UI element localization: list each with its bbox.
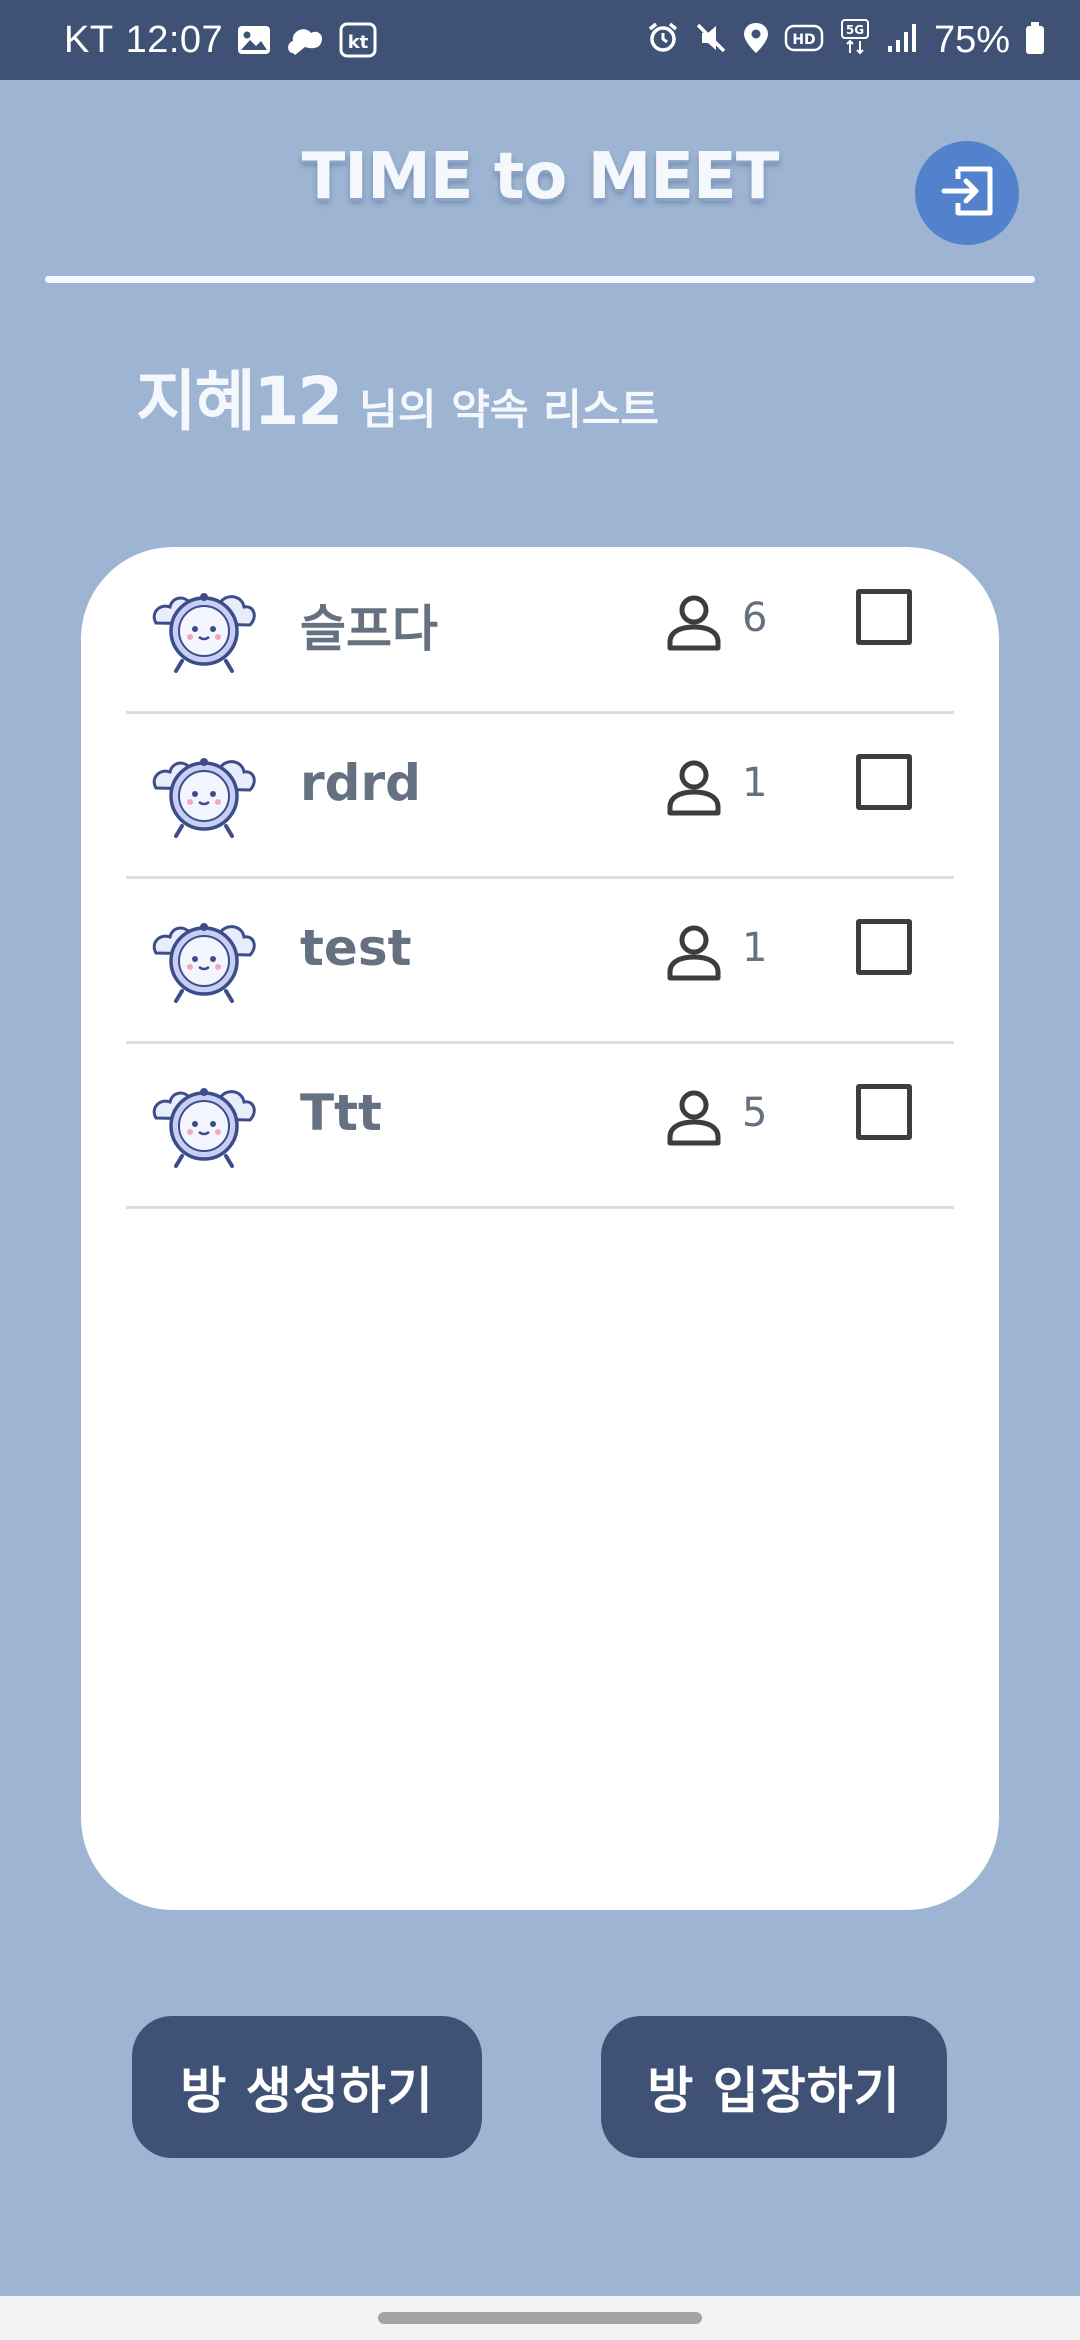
image-icon — [237, 24, 271, 56]
room-select-checkbox[interactable] — [856, 1084, 912, 1140]
alarm-clock-mascot-icon — [150, 1070, 258, 1170]
member-count: 6 — [742, 595, 768, 641]
carrier-label: KT — [64, 18, 114, 61]
header-divider — [45, 276, 1035, 283]
svg-text:5G: 5G — [846, 23, 864, 37]
room-name: test — [300, 919, 412, 977]
login-arrow-icon — [936, 163, 998, 223]
person-icon — [664, 592, 724, 652]
login-exit-button[interactable] — [915, 141, 1019, 245]
room-select-checkbox[interactable] — [856, 754, 912, 810]
alarm-icon — [646, 21, 680, 59]
battery-percentage: 75% — [933, 18, 1010, 61]
enter-room-button[interactable]: 방 입장하기 — [601, 2016, 947, 2158]
alarm-clock-mascot-icon — [150, 575, 258, 675]
svg-text:HD: HD — [792, 32, 815, 48]
alarm-clock-mascot-icon — [150, 905, 258, 1005]
room-name: Ttt — [300, 1084, 382, 1142]
mute-icon — [694, 21, 728, 59]
5g-icon: 5G — [838, 19, 872, 61]
member-count: 1 — [742, 760, 768, 806]
room-row[interactable]: 슬프다 6 — [126, 547, 954, 714]
status-bar-right: HD 5G 75% — [646, 0, 1046, 80]
cloud-app-icon — [285, 23, 325, 57]
room-name: 슬프다 — [300, 600, 438, 658]
room-row[interactable]: rdrd 1 — [126, 712, 954, 879]
status-bar: KT 12:07 kt HD 5G 75% — [0, 0, 1080, 80]
room-select-checkbox[interactable] — [856, 919, 912, 975]
signal-icon — [886, 22, 920, 58]
kt-app-icon: kt — [339, 22, 377, 58]
room-row[interactable]: Ttt 5 — [126, 1042, 954, 1209]
member-count: 1 — [742, 925, 768, 971]
battery-icon — [1024, 21, 1046, 59]
clock-time: 12:07 — [125, 18, 224, 61]
room-list-card: 슬프다 6 rdrd 1 test 1 Ttt 5 — [81, 547, 999, 1910]
member-count: 5 — [742, 1090, 768, 1136]
room-row[interactable]: test 1 — [126, 877, 954, 1044]
room-select-checkbox[interactable] — [856, 589, 912, 645]
hd-voice-icon: HD — [784, 23, 824, 57]
status-bar-left: KT 12:07 kt — [64, 0, 377, 80]
person-icon — [664, 757, 724, 817]
svg-text:kt: kt — [348, 32, 369, 53]
person-icon — [664, 922, 724, 982]
username: 지혜12 — [136, 363, 343, 440]
alarm-clock-mascot-icon — [150, 740, 258, 840]
greeting: 지혜12 님의 약속 리스트 — [136, 348, 659, 444]
create-room-button[interactable]: 방 생성하기 — [132, 2016, 482, 2158]
navigation-bar — [0, 2296, 1080, 2340]
room-name: rdrd — [300, 754, 421, 812]
person-icon — [664, 1087, 724, 1147]
home-gesture-handle[interactable] — [378, 2312, 702, 2324]
greeting-suffix: 님의 약속 리스트 — [359, 385, 660, 434]
location-icon — [742, 21, 770, 59]
